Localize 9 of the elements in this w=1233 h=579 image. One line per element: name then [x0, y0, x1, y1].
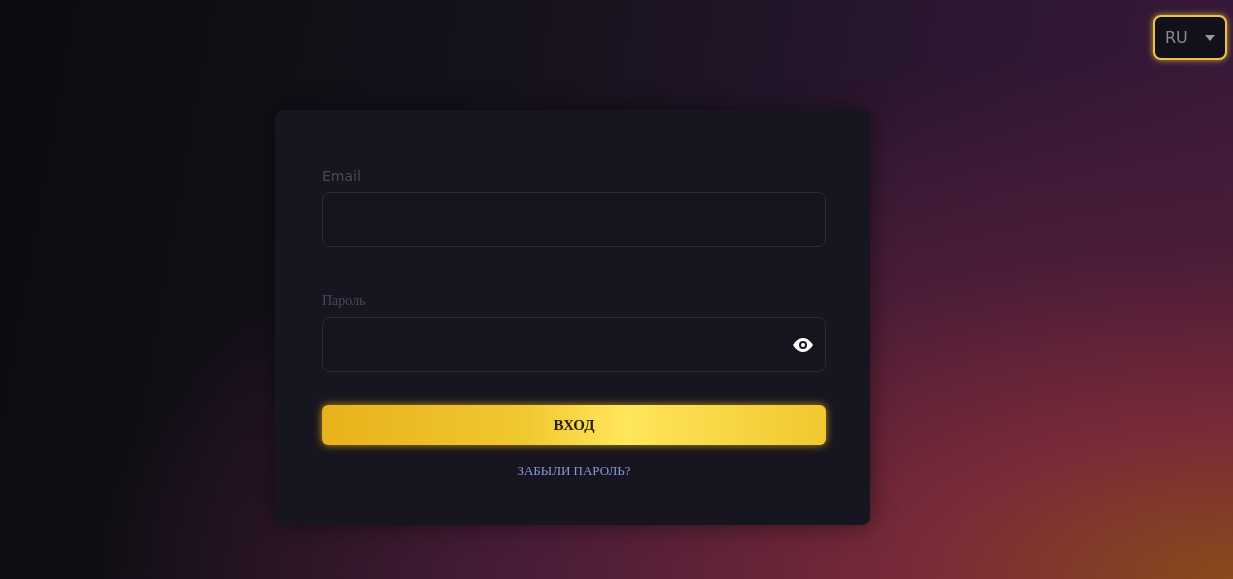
login-button[interactable]: ВХОД [322, 405, 826, 445]
email-field[interactable] [322, 192, 826, 247]
caret-icon [1205, 34, 1215, 41]
field-label: Email [322, 168, 361, 184]
eye-icon[interactable] [792, 337, 814, 352]
language-select[interactable]: RU [1153, 15, 1227, 60]
forgot-password-link[interactable]: ЗАБЫЛИ ПАРОЛЬ? [517, 463, 631, 479]
password-field[interactable] [322, 317, 826, 372]
field-label: Пароль [322, 293, 366, 309]
